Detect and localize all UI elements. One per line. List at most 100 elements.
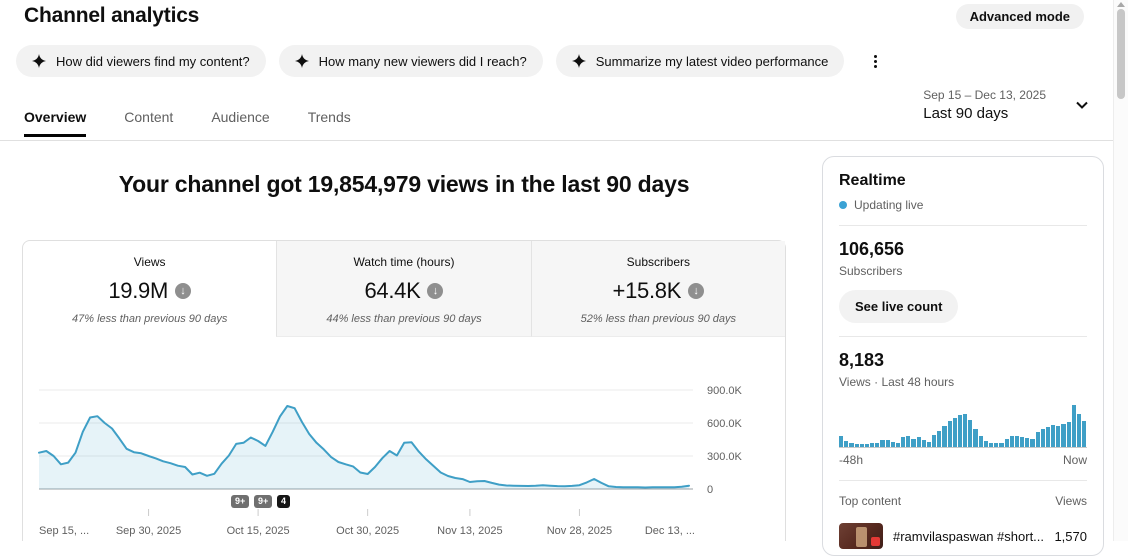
- trend-down-icon: ↓: [175, 283, 191, 299]
- trend-down-icon: ↓: [688, 283, 704, 299]
- realtime-bar: [963, 414, 967, 447]
- realtime-bar: [901, 437, 905, 447]
- realtime-bar: [849, 443, 853, 447]
- chip-label: Summarize my latest video performance: [596, 54, 829, 69]
- realtime-bar: [932, 435, 936, 447]
- advanced-mode-button[interactable]: Advanced mode: [956, 4, 1084, 29]
- realtime-bar: [927, 442, 931, 447]
- scroll-up-icon[interactable]: [1117, 2, 1125, 7]
- svg-text:Nov 13, 2025: Nov 13, 2025: [437, 525, 502, 537]
- realtime-bar: [1041, 429, 1045, 447]
- realtime-views-count: 8,183: [839, 350, 1087, 371]
- metric-value: 19.9M: [108, 278, 168, 304]
- realtime-panel: Realtime Updating live 106,656 Subscribe…: [822, 156, 1104, 556]
- bar-axis-end: Now: [1063, 453, 1087, 467]
- realtime-bar: [906, 436, 910, 447]
- realtime-bar: [865, 444, 869, 447]
- chip-summarize-video-performance[interactable]: Summarize my latest video performance: [556, 45, 845, 77]
- realtime-bar: [1072, 405, 1076, 447]
- svg-text:Sep 30, 2025: Sep 30, 2025: [116, 525, 181, 537]
- chip-label: How many new viewers did I reach?: [319, 54, 527, 69]
- metric-label: Views: [23, 255, 276, 269]
- tab-overview[interactable]: Overview: [24, 96, 86, 137]
- views-line-chart[interactable]: 900.0K600.0K300.0K0Sep 15, ...Sep 30, 20…: [23, 337, 785, 541]
- divider: [839, 336, 1087, 337]
- realtime-bar: [1020, 437, 1024, 447]
- realtime-bar: [953, 418, 957, 447]
- realtime-status: Updating live: [854, 198, 923, 212]
- video-views: 1,570: [1054, 529, 1087, 544]
- realtime-bar: [999, 443, 1003, 447]
- metric-value: 64.4K: [364, 278, 420, 304]
- top-content-views-header: Views: [1055, 494, 1087, 508]
- date-range-text: Sep 15 – Dec 13, 2025: [923, 88, 1046, 102]
- realtime-bar: [839, 436, 843, 447]
- realtime-bar: [1077, 414, 1081, 447]
- see-live-count-button[interactable]: See live count: [839, 290, 958, 323]
- metric-caption: 44% less than previous 90 days: [277, 313, 530, 325]
- svg-text:Dec 13, ...: Dec 13, ...: [645, 525, 695, 537]
- scrollbar-thumb[interactable]: [1117, 9, 1125, 99]
- metric-tab-subscribers[interactable]: Subscribers +15.8K ↓ 52% less than previ…: [531, 241, 785, 337]
- more-options-icon[interactable]: [863, 49, 887, 73]
- date-range-picker[interactable]: Sep 15 – Dec 13, 2025 Last 90 days: [923, 88, 1092, 122]
- realtime-bar: [1051, 425, 1055, 447]
- metric-caption: 47% less than previous 90 days: [23, 313, 276, 325]
- tab-trends[interactable]: Trends: [308, 96, 351, 137]
- realtime-bar: [1046, 427, 1050, 447]
- realtime-bar: [1015, 436, 1019, 447]
- chart-marker-badge[interactable]: 9+: [231, 495, 249, 508]
- realtime-bar-chart[interactable]: [839, 403, 1087, 448]
- realtime-views-label: Views · Last 48 hours: [839, 375, 1087, 389]
- video-thumbnail: [839, 523, 883, 549]
- svg-text:300.0K: 300.0K: [707, 451, 743, 463]
- sparkle-icon: [572, 54, 586, 68]
- realtime-bar: [886, 440, 890, 447]
- live-dot-icon: [839, 201, 847, 209]
- realtime-bar: [1010, 436, 1014, 447]
- realtime-bar: [1030, 439, 1034, 447]
- bar-axis-start: -48h: [839, 453, 863, 467]
- chip-label: How did viewers find my content?: [56, 54, 250, 69]
- svg-text:900.0K: 900.0K: [707, 385, 743, 397]
- realtime-bar: [880, 440, 884, 447]
- metric-value: +15.8K: [613, 278, 682, 304]
- realtime-bar: [1036, 432, 1040, 447]
- realtime-bar: [891, 442, 895, 447]
- realtime-bar: [896, 443, 900, 447]
- overview-summary-card: Views 19.9M ↓ 47% less than previous 90 …: [22, 240, 786, 541]
- metric-tab-watch-time[interactable]: Watch time (hours) 64.4K ↓ 44% less than…: [276, 241, 530, 337]
- svg-text:0: 0: [707, 484, 713, 496]
- chevron-down-icon: [1072, 95, 1092, 115]
- chip-how-did-viewers-find[interactable]: How did viewers find my content?: [16, 45, 266, 77]
- realtime-bar: [855, 444, 859, 447]
- realtime-bar: [989, 443, 993, 447]
- vertical-scrollbar[interactable]: [1113, 0, 1128, 541]
- svg-text:Oct 15, 2025: Oct 15, 2025: [227, 525, 290, 537]
- svg-text:Nov 28, 2025: Nov 28, 2025: [547, 525, 612, 537]
- chip-new-viewers-reached[interactable]: How many new viewers did I reach?: [279, 45, 543, 77]
- top-content-row[interactable]: #ramvilaspaswan #short... 1,570: [839, 523, 1087, 549]
- tab-content[interactable]: Content: [124, 96, 173, 137]
- top-content-header: Top content: [839, 494, 901, 508]
- chart-marker-badge[interactable]: 9+: [254, 495, 272, 508]
- realtime-bar: [1025, 438, 1029, 447]
- realtime-bar: [1082, 421, 1086, 447]
- chart-marker-badge[interactable]: 4: [277, 495, 290, 508]
- realtime-bar: [922, 440, 926, 447]
- divider: [839, 480, 1087, 481]
- metric-tab-views[interactable]: Views 19.9M ↓ 47% less than previous 90 …: [23, 241, 276, 337]
- realtime-bar: [948, 421, 952, 447]
- divider: [839, 225, 1087, 226]
- svg-text:600.0K: 600.0K: [707, 418, 743, 430]
- realtime-bar: [911, 439, 915, 447]
- sparkle-icon: [295, 54, 309, 68]
- svg-text:Oct 30, 2025: Oct 30, 2025: [336, 525, 399, 537]
- realtime-bar: [942, 426, 946, 447]
- realtime-bar: [979, 436, 983, 447]
- realtime-bar: [968, 420, 972, 447]
- realtime-bar: [1005, 439, 1009, 447]
- ai-chip-row: How did viewers find my content? How man…: [16, 45, 887, 77]
- tab-audience[interactable]: Audience: [211, 96, 269, 137]
- realtime-bar: [1061, 424, 1065, 447]
